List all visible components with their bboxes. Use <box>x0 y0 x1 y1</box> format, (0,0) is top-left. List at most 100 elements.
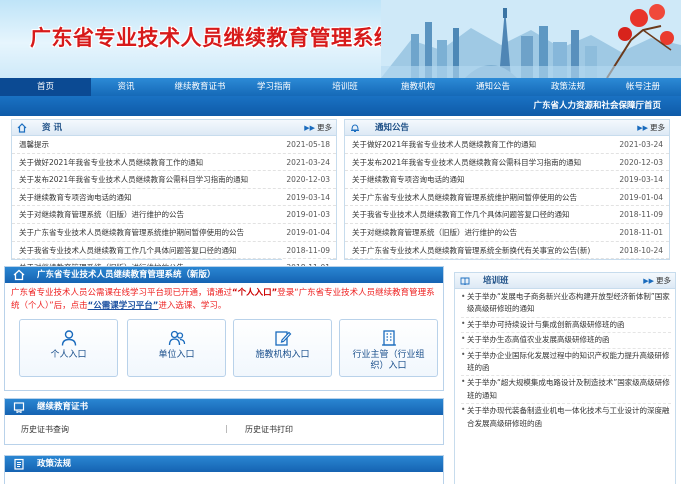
notice-text: 广东省专业技术人员公需课在线学习平台现已开通，请通过 <box>11 288 233 298</box>
entry-label: 个人入口 <box>50 350 87 360</box>
arrow-right-icon: ▶▶ <box>637 124 648 132</box>
list-item[interactable]: 关于举办企业国际化发展过程中的知识产权能力提升高级研修班的函 <box>461 347 671 375</box>
list-item[interactable]: 关于举办“超大规模集成电路设计及制造技术”国家级高级研修班的通知 <box>461 375 671 402</box>
list-item[interactable]: 关于继续教育专项咨询电话的通知 2019-03-14 <box>12 188 336 207</box>
notice-text: 进入选课、学习。 <box>158 301 227 311</box>
certificate-print-link[interactable]: 历史证书打印 <box>245 424 293 435</box>
certificate-links: 历史证书查询 | 历史证书打印 <box>5 415 443 445</box>
edit-icon <box>274 331 291 346</box>
notice-item-date: 2018-11-01 <box>615 223 663 241</box>
group-icon <box>168 330 185 346</box>
personal-entry-button[interactable]: 个人入口 <box>19 319 118 377</box>
notices-list: 关于做好2021年我省专业技术人员继续教育工作的通知 2021-03-24 关于发… <box>345 136 669 260</box>
list-item[interactable]: 关于广东省专业技术人员继续教育管理系统全新换代有关事宜的公告(新) 2018-10… <box>345 241 669 260</box>
list-item[interactable]: 关于发布2021年我省专业技术人员继续教育公需科目学习指南的通知 2020-12-… <box>345 153 669 172</box>
news-panel-title: 资 讯 <box>42 123 62 133</box>
notice-item-date: 2019-01-04 <box>615 188 663 206</box>
news-more-link[interactable]: ▶▶ 更多 <box>304 120 332 136</box>
hrss-home-link[interactable]: 广东省人力资源和社会保障厅首页 <box>533 96 661 116</box>
list-item[interactable]: 关于广东省专业技术人员继续教育管理系统维护期间暂停使用的公告 2019-01-04 <box>12 223 336 242</box>
news-item-date: 2021-05-18 <box>282 136 330 153</box>
news-list: 温馨提示 2021-05-18 关于做好2021年我省专业技术人员继续教育工作的通… <box>12 136 336 277</box>
news-item-text: 温馨提示 <box>19 140 49 149</box>
list-item[interactable]: 关于举办现代装备制造业机电一体化技术与工业设计的深度融合发展高级研修班的函 <box>461 403 671 430</box>
notices-more-link[interactable]: ▶▶ 更多 <box>637 120 665 136</box>
nav-study-guide[interactable]: 学习指南 <box>239 78 309 96</box>
entry-label: 行业主管（行业组织）入口 <box>352 350 425 371</box>
nav-policy[interactable]: 政策法规 <box>531 78 605 96</box>
system-panel-header: 广东省专业技术人员继续教育管理系统（新版） <box>5 267 443 283</box>
news-item-date: 2020-12-03 <box>282 171 330 188</box>
training-panel: 培训班 ▶▶更多 关于举办“发展电子商务新兴业态构建开放型经济新体制”国家级高级… <box>454 272 676 484</box>
list-item[interactable]: 关于广东省专业技术人员继续教育管理系统维护期间暂停使用的公告 2019-01-04 <box>345 188 669 207</box>
notice-item-date: 2020-12-03 <box>615 153 663 171</box>
notice-item-text: 关于对继续教育管理系统（旧版）进行维护的公告 <box>352 227 517 237</box>
list-item[interactable]: 关于发布2021年我省专业技术人员继续教育公需科目学习指南的通知 2020-12-… <box>12 171 336 189</box>
certificate-panel-header: 继续教育证书 <box>5 399 443 415</box>
notice-item-text: 关于广东省专业技术人员继续教育管理系统维护期间暂停使用的公告 <box>352 192 577 202</box>
public-course-platform-link[interactable]: “公需课学习平台” <box>88 301 159 311</box>
list-item[interactable]: 关于对继续教育管理系统（旧版）进行维护的公告 2018-11-01 <box>345 223 669 242</box>
list-item[interactable]: 温馨提示 2021-05-18 <box>12 136 336 154</box>
notices-panel: 通知公告 ▶▶ 更多 关于做好2021年我省专业技术人员继续教育工作的通知 2021… <box>344 119 670 260</box>
arrow-right-icon: ▶▶ <box>304 124 315 132</box>
list-item[interactable]: 关于继续教育专项咨询电话的通知 2019-03-14 <box>345 171 669 189</box>
system-entry-panel: 广东省专业技术人员继续教育管理系统（新版） 广东省专业技术人员公需课在线学习平台… <box>4 266 444 391</box>
certificate-query-link[interactable]: 历史证书查询 <box>21 424 69 435</box>
more-label: 更多 <box>650 123 665 132</box>
list-item[interactable]: 关于举办生态高值农业发展高级研修班的函 <box>461 332 671 346</box>
notice-personal-entry: “个人入口” <box>232 288 278 298</box>
notice-item-date: 2019-03-14 <box>615 171 663 188</box>
system-panel-title: 广东省专业技术人员继续教育管理系统（新版） <box>37 270 216 280</box>
industry-entry-button[interactable]: 行业主管（行业组织）入口 <box>339 319 438 377</box>
policy-panel-header: 政策法规 <box>5 456 443 472</box>
system-notice: 广东省专业技术人员公需课在线学习平台现已开通，请通过“个人入口”登录“广东省专业… <box>11 287 439 313</box>
notices-panel-header: 通知公告 ▶▶ 更多 <box>345 120 669 136</box>
list-item[interactable]: 关于我省专业技术人员继续教育工作几个具体问题答复口径的通知 2018-11-09 <box>345 206 669 224</box>
news-item-date: 2018-11-09 <box>282 241 330 259</box>
nav-home[interactable]: 首页 <box>0 78 91 96</box>
certificate-panel-title: 继续教育证书 <box>37 402 89 412</box>
notice-item-text: 关于做好2021年我省专业技术人员继续教育工作的通知 <box>352 140 537 149</box>
list-item[interactable]: 关于做好2021年我省专业技术人员继续教育工作的通知 2021-03-24 <box>345 136 669 154</box>
notice-item-date: 2018-10-24 <box>615 241 663 259</box>
nav-register[interactable]: 帐号注册 <box>605 78 681 96</box>
document-icon <box>14 458 24 470</box>
home-icon <box>13 269 25 281</box>
policy-panel: 政策法规 <box>4 455 444 484</box>
nav-certificate[interactable]: 继续教育证书 <box>161 78 239 96</box>
building-icon <box>381 330 396 346</box>
nav-news[interactable]: 资讯 <box>91 78 161 96</box>
nav-training[interactable]: 培训班 <box>309 78 381 96</box>
unit-entry-button[interactable]: 单位入口 <box>127 319 226 377</box>
more-label: 更多 <box>656 276 671 285</box>
sub-bar: 广东省人力资源和社会保障厅首页 <box>0 96 681 116</box>
training-list: 关于举办“发展电子商务新兴业态构建开放型经济新体制”国家级高级研修班的通知 关于… <box>455 289 675 430</box>
arrow-right-icon: ▶▶ <box>643 277 654 285</box>
institution-entry-button[interactable]: 施教机构入口 <box>233 319 332 377</box>
news-item-date: 2019-01-04 <box>282 223 330 241</box>
list-item[interactable]: 关于举办可持续设计与集成创新高级研修班的函 <box>461 316 671 331</box>
news-item-date: 2019-01-03 <box>282 206 330 223</box>
news-item-text: 关于发布2021年我省专业技术人员继续教育公需科目学习指南的通知 <box>19 175 249 185</box>
notice-item-date: 2021-03-24 <box>615 136 663 153</box>
notices-panel-title: 通知公告 <box>375 123 410 133</box>
entry-label: 施教机构入口 <box>255 350 310 360</box>
news-item-text: 关于做好2021年我省专业技术人员继续教育工作的通知 <box>19 157 204 167</box>
divider: | <box>225 424 228 433</box>
list-item[interactable]: 关于我省专业技术人员继续教育工作几个具体问题答复口径的通知 2018-11-09 <box>12 241 336 260</box>
nav-notices[interactable]: 通知公告 <box>455 78 531 96</box>
nav-institutions[interactable]: 施教机构 <box>381 78 455 96</box>
notice-item-text: 关于我省专业技术人员继续教育工作几个具体问题答复口径的通知 <box>352 210 570 220</box>
certificate-icon <box>13 402 25 413</box>
list-item[interactable]: 关于对继续教育管理系统（旧版）进行维护的公告 2019-01-03 <box>12 206 336 224</box>
list-item[interactable]: 关于举办“发展电子商务新兴业态构建开放型经济新体制”国家级高级研修班的通知 <box>461 291 671 316</box>
policy-panel-title: 政策法规 <box>37 459 72 469</box>
training-panel-title: 培训班 <box>483 276 509 286</box>
training-more-link[interactable]: ▶▶ 更多 <box>643 273 671 289</box>
main-nav: 首页 资讯 继续教育证书 学习指南 培训班 施教机构 通知公告 政策法规 帐号注… <box>0 78 681 96</box>
certificate-panel: 继续教育证书 历史证书查询 | 历史证书打印 <box>4 398 444 445</box>
notice-item-text: 关于广东省专业技术人员继续教育管理系统全新换代有关事宜的公告(新) <box>352 245 591 255</box>
news-item-text: 关于对继续教育管理系统（旧版）进行维护的公告 <box>19 210 184 220</box>
list-item[interactable]: 关于做好2021年我省专业技术人员继续教育工作的通知 2021-03-24 <box>12 153 336 172</box>
